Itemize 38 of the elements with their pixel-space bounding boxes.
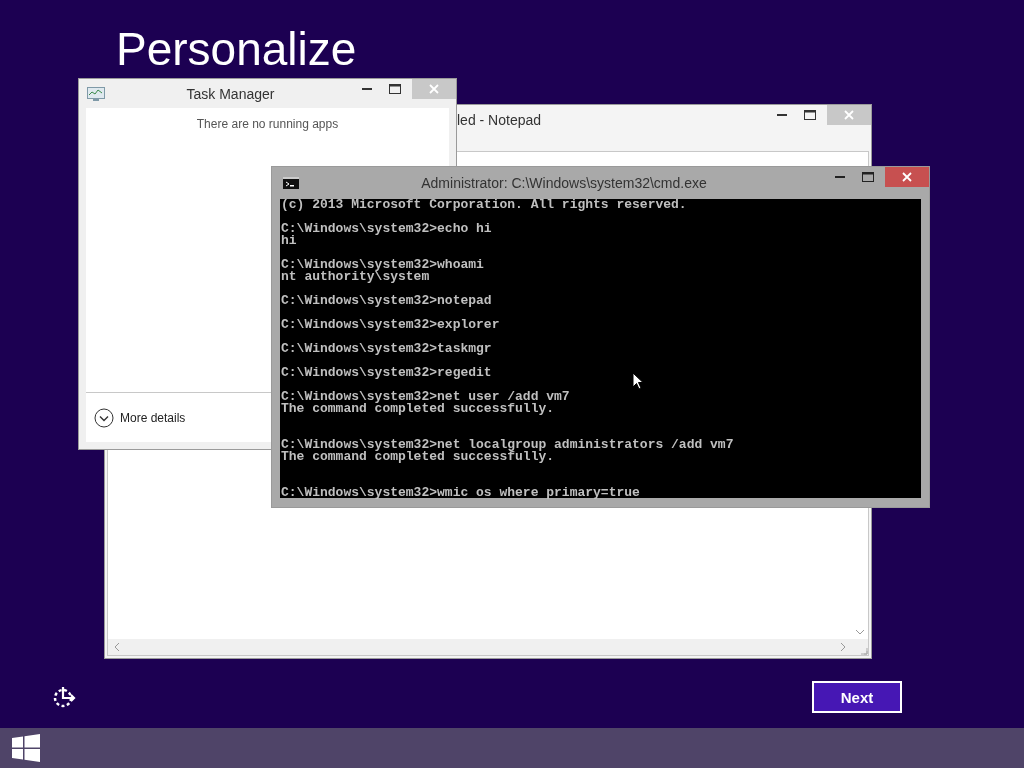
console-line: hi xyxy=(281,235,297,247)
console-line: C:\Windows\system32>net localgroup administrators /add vm7 xyxy=(281,439,734,451)
console-line: The command completed successfully. xyxy=(281,451,555,463)
mouse-pointer-icon xyxy=(632,372,644,390)
close-icon xyxy=(902,172,912,182)
console-line: C:\Windows\system32>whoami xyxy=(281,259,484,271)
next-button[interactable]: Next xyxy=(812,681,902,713)
console-icon xyxy=(283,177,299,189)
maximize-icon xyxy=(389,84,401,94)
close-button[interactable] xyxy=(885,167,929,187)
window-title: Administrator: C:\Windows\system32\cmd.exe xyxy=(420,175,708,191)
console-line: C:\Windows\system32>explorer xyxy=(281,319,500,331)
console-line: C:\Windows\system32>echo hi xyxy=(281,223,492,235)
console-line: The command completed successfully. xyxy=(281,403,555,415)
monitor-chart-icon xyxy=(87,86,105,101)
console-line: C:\Windows\system32>taskmgr xyxy=(281,343,492,355)
console-line: C:\Windows\system32>wmic os where primary=true xyxy=(281,487,640,499)
console-line: C:\Windows\system32>regedit xyxy=(281,367,492,379)
chevron-down-circle-icon[interactable] xyxy=(94,407,114,428)
page-heading: Personalize xyxy=(116,22,357,76)
minimize-icon xyxy=(777,113,787,117)
more-details-link[interactable]: More details xyxy=(120,410,186,425)
console-line: (c) 2013 Microsoft Corporation. All rights reserved. xyxy=(281,199,687,211)
minimize-icon xyxy=(835,175,845,179)
console-line: C:\Windows\system32>notepad xyxy=(281,295,492,307)
horizontal-scrollbar[interactable] xyxy=(108,639,852,655)
window-title: led - Notepad xyxy=(457,111,543,128)
close-icon xyxy=(844,110,854,120)
maximize-icon xyxy=(862,172,874,182)
resize-grip-icon[interactable] xyxy=(860,647,868,655)
console-line: C:\Windows\system32>net user /add vm7 xyxy=(281,391,570,403)
minimize-icon xyxy=(362,87,372,91)
windows-logo-icon[interactable] xyxy=(12,734,40,762)
close-icon xyxy=(429,84,439,94)
maximize-icon xyxy=(804,110,816,120)
window-title: Task Manager xyxy=(185,85,276,102)
empty-message: There are no running apps xyxy=(195,116,340,131)
console-line: nt authority\system xyxy=(281,271,430,283)
